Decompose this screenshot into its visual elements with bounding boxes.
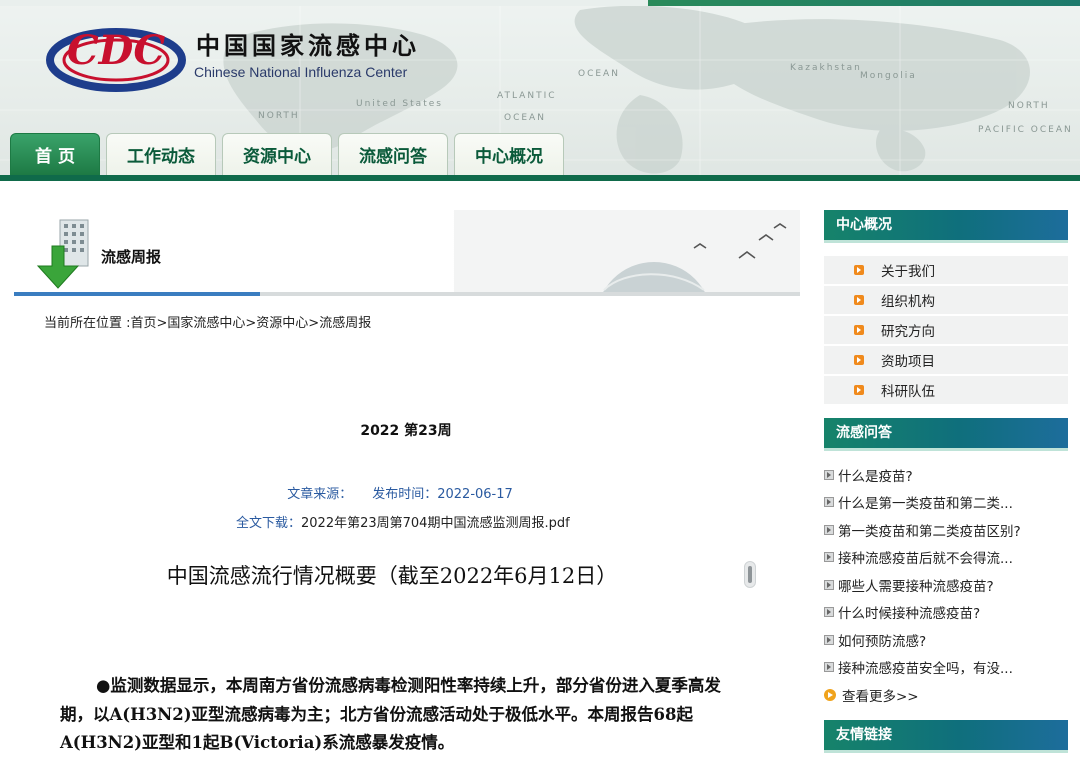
publish-date: 2022-06-17 [437, 487, 513, 502]
faq-link-label: 哪些人需要接种流感疫苗? [838, 578, 994, 595]
faq-link[interactable]: 接种流感疫苗安全吗，有没... [824, 654, 1068, 682]
article-download: 全文下载：2022年第23周第704期中国流感监测周报.pdf [236, 512, 570, 531]
arrow-bullet-icon [854, 295, 864, 305]
cdc-logo[interactable]: CDC [46, 20, 186, 92]
nav-tab-work-news[interactable]: 工作动态 [106, 133, 216, 175]
faq-link[interactable]: 什么是第一类疫苗和第二类... [824, 489, 1068, 517]
link-arrow-icon [824, 634, 834, 645]
article-meta: 文章来源： 发布时间：2022-06-17 [0, 483, 800, 502]
sidebar-item-label: 关于我们 [881, 264, 935, 280]
faq-view-more-link[interactable]: 查看更多>> [824, 681, 1068, 708]
publish-date-label: 发布时间： [372, 487, 438, 502]
sidebar-heading-links: 友情链接 [824, 720, 1068, 753]
arrow-bullet-icon [854, 355, 864, 365]
faq-link[interactable]: 如何预防流感? [824, 626, 1068, 654]
link-arrow-icon [824, 497, 834, 508]
faq-link[interactable]: 哪些人需要接种流感疫苗? [824, 571, 1068, 599]
faq-link-label: 接种流感疫苗后就不会得流... [838, 551, 1013, 568]
site-title-chinese: 中国国家流感中心 [196, 31, 420, 60]
sidebar-item-about-us[interactable]: 关于我们 [824, 256, 1068, 284]
sidebar-heading-about: 中心概况 [824, 210, 1068, 243]
scrollbar-handle[interactable] [744, 561, 756, 588]
sidebar-item-research-team[interactable]: 科研队伍 [824, 376, 1068, 404]
link-arrow-icon [824, 552, 834, 563]
sidebar-item-label: 研究方向 [881, 324, 935, 340]
nav-tab-flu-qa[interactable]: 流感问答 [338, 133, 448, 175]
banner-globe-decoration [454, 210, 800, 296]
faq-link-label: 什么时候接种流感疫苗? [838, 606, 981, 623]
article-source-label: 文章来源： [287, 487, 353, 502]
section-title: 流感周报 [101, 248, 162, 266]
faq-link[interactable]: 接种流感疫苗后就不会得流... [824, 544, 1068, 572]
article-heading: 中国流感流行情况概要（截至2022年6月12日） [166, 564, 618, 588]
site-title-english: Chinese National Influenza Center [194, 64, 408, 80]
sidebar-about-list: 关于我们 组织机构 研究方向 资助项目 科研队伍 [824, 256, 1068, 406]
map-label: Mongolia [860, 71, 917, 81]
map-label: United States [356, 99, 443, 109]
sidebar-item-organization[interactable]: 组织机构 [824, 286, 1068, 314]
nav-tab-resource-center[interactable]: 资源中心 [222, 133, 332, 175]
faq-link-label: 什么是第一类疫苗和第二类... [838, 496, 1013, 513]
view-more-label: 查看更多>> [842, 688, 919, 705]
header-top-stripe [0, 0, 1080, 6]
breadcrumb[interactable]: 当前所在位置 :首页>国家流感中心>资源中心>流感周报 [44, 312, 371, 331]
faq-link-label: 如何预防流感? [838, 633, 927, 650]
nav-tab-center-overview[interactable]: 中心概况 [454, 133, 564, 175]
link-arrow-icon [824, 469, 834, 480]
map-label: NORTH [258, 111, 300, 121]
sidebar-item-funded-projects[interactable]: 资助项目 [824, 346, 1068, 374]
arrow-bullet-icon [854, 265, 864, 275]
sidebar-item-label: 资助项目 [881, 354, 935, 370]
section-banner: 流感周报 [14, 210, 800, 296]
sidebar-heading-faq: 流感问答 [824, 418, 1068, 451]
link-arrow-icon [824, 607, 834, 618]
map-label: OCEAN [504, 113, 546, 123]
arrow-bullet-icon [854, 385, 864, 395]
faq-link[interactable]: 第一类疫苗和第二类疫苗区别? [824, 516, 1068, 544]
building-arrow-icon [36, 219, 89, 289]
nav-tab-home[interactable]: 首 页 [10, 133, 100, 175]
logo-text: CDC [67, 27, 166, 74]
sidebar-item-label: 组织机构 [881, 294, 935, 310]
sidebar-item-label: 科研队伍 [881, 384, 935, 400]
faq-link-label: 什么是疫苗? [838, 468, 913, 485]
site-header: ATLANTIC OCEAN NORTH United States OCEAN… [0, 0, 1080, 180]
download-file-link[interactable]: 2022年第23周第704期中国流感监测周报.pdf [301, 516, 570, 531]
map-label: ATLANTIC [497, 91, 557, 101]
map-label: PACIFIC OCEAN [978, 125, 1073, 135]
faq-link[interactable]: 什么时候接种流感疫苗? [824, 599, 1068, 627]
faq-link[interactable]: 什么是疫苗? [824, 461, 1068, 489]
more-arrow-icon [824, 688, 836, 701]
map-label: Kazakhstan [790, 63, 862, 73]
article-week-title: 2022 第23周 [360, 423, 452, 439]
nav-underline-bar [0, 175, 1080, 181]
sidebar-item-research-direction[interactable]: 研究方向 [824, 316, 1068, 344]
map-label: OCEAN [578, 69, 620, 79]
main-nav: 首 页 工作动态 资源中心 流感问答 中心概况 [10, 133, 564, 175]
faq-link-label: 接种流感疫苗安全吗，有没... [838, 661, 1013, 678]
link-arrow-icon [824, 662, 834, 673]
sidebar-faq-list: 什么是疫苗? 什么是第一类疫苗和第二类... 第一类疫苗和第二类疫苗区别? 接种… [824, 461, 1068, 708]
map-label: NORTH [1008, 101, 1050, 111]
download-label: 全文下载： [236, 516, 302, 531]
article-body-paragraph: ●监测数据显示，本周南方省份流感病毒检测阳性率持续上升，部分省份进入夏季高发期，… [60, 676, 721, 752]
link-arrow-icon [824, 579, 834, 590]
link-arrow-icon [824, 524, 834, 535]
arrow-bullet-icon [854, 325, 864, 335]
faq-link-label: 第一类疫苗和第二类疫苗区别? [838, 523, 1021, 540]
banner-divider-accent [14, 292, 260, 296]
